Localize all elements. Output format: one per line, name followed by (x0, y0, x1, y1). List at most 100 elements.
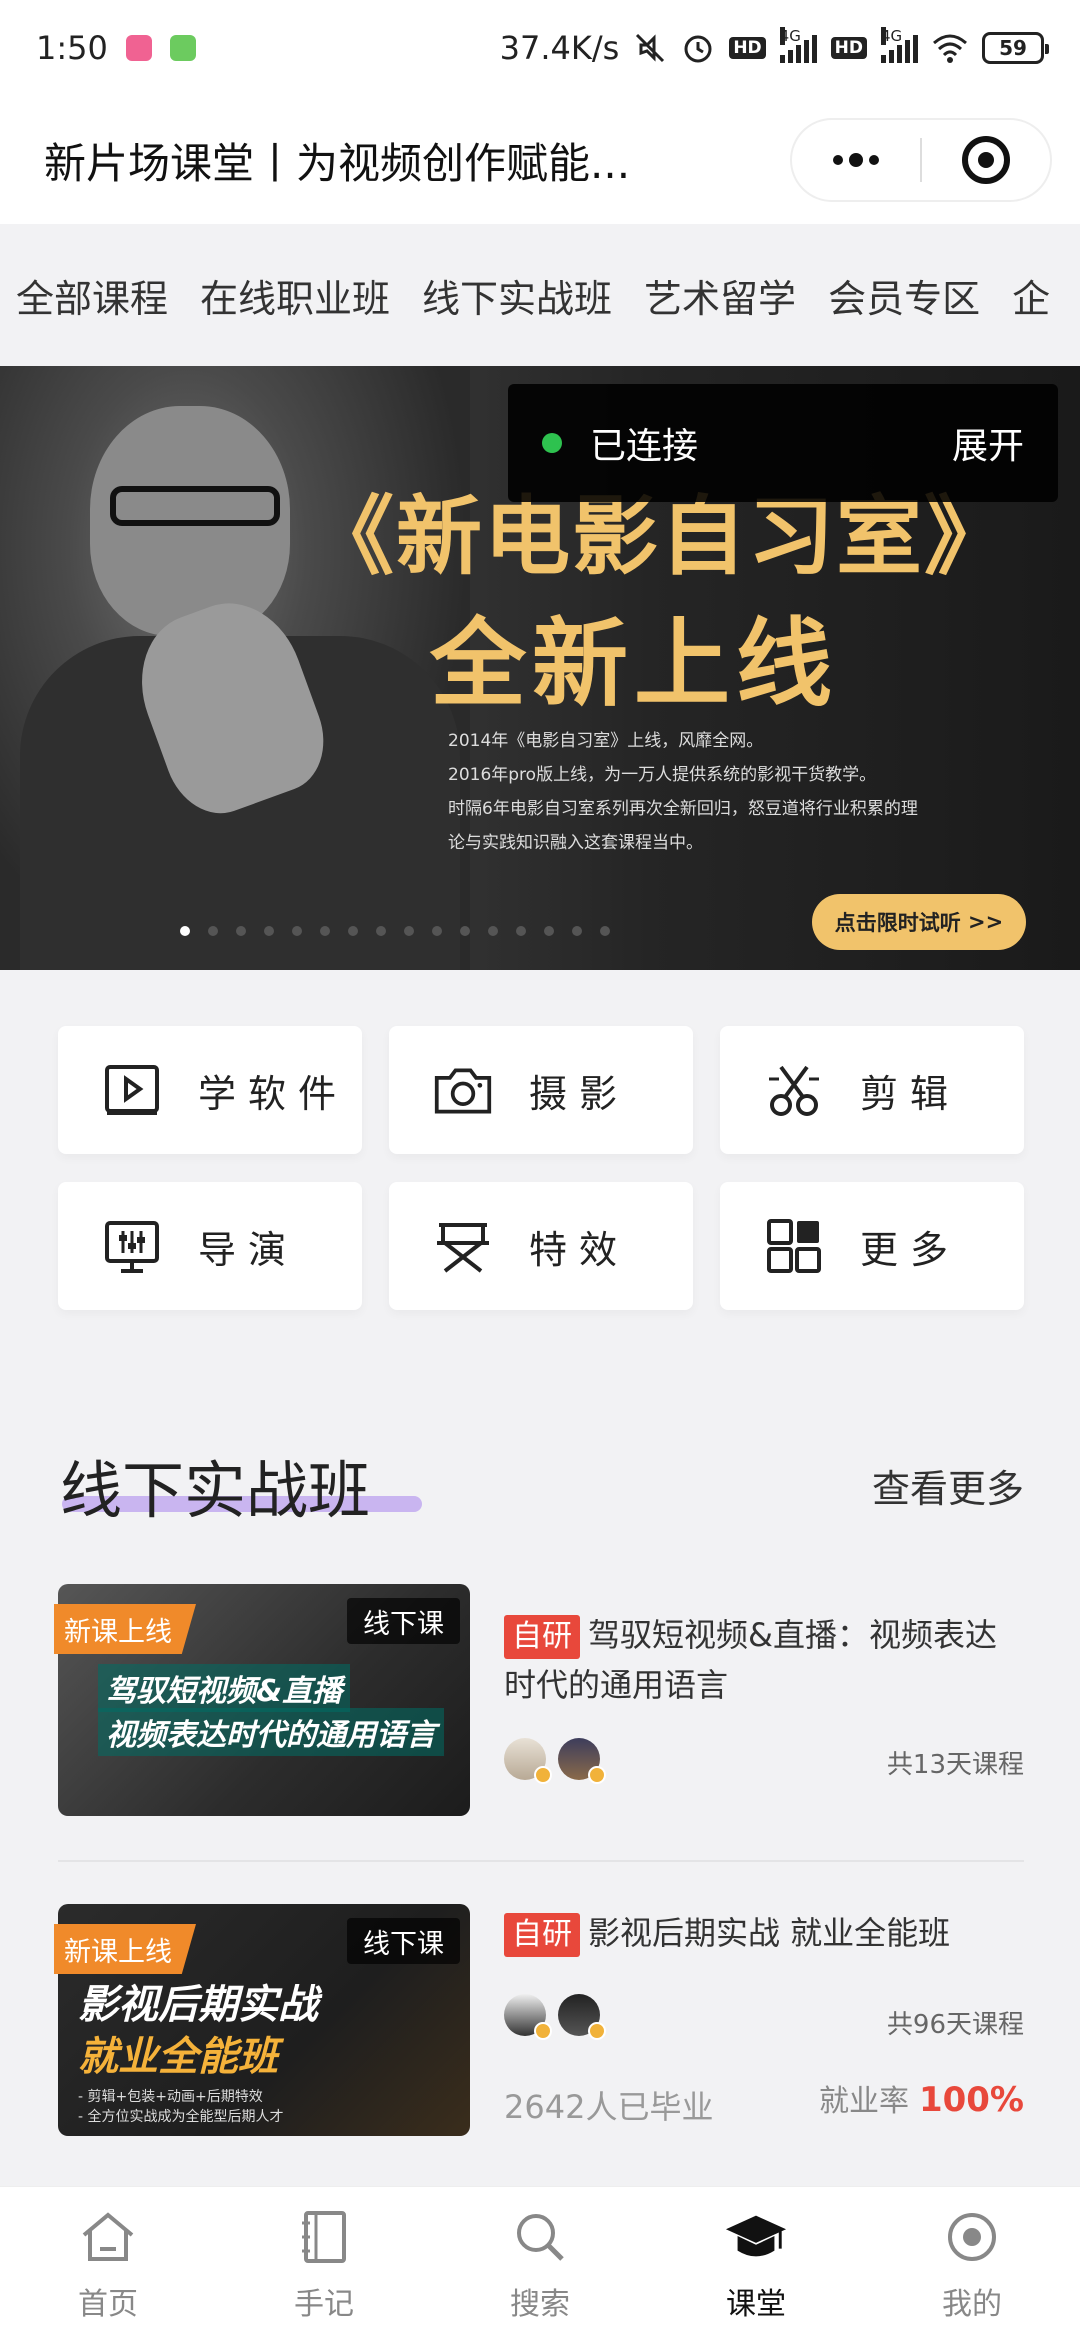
banner-dot[interactable] (292, 926, 302, 936)
tab-online-career[interactable]: 在线职业班 (200, 268, 390, 323)
entry-director[interactable]: 导演 (58, 1182, 362, 1310)
expand-button[interactable]: 展开 (952, 417, 1024, 469)
entry-learn-software[interactable]: 学软件 (58, 1026, 362, 1154)
entry-label: 学软件 (198, 1071, 349, 1116)
avatar (504, 1738, 552, 1784)
self-developed-badge: 自研 (504, 1615, 580, 1659)
avatar (558, 1738, 606, 1784)
graduation-cap-icon (724, 2205, 788, 2269)
banner-dot[interactable] (460, 926, 470, 936)
avatar (504, 1994, 552, 2040)
tab-search[interactable]: 搜索 (432, 2187, 648, 2340)
graduates-count: 2642人已毕业 (504, 2088, 714, 2126)
banner-dot[interactable] (488, 926, 498, 936)
banner-dot[interactable] (516, 926, 526, 936)
more-menu-button[interactable] (792, 120, 920, 200)
tab-classroom[interactable]: 课堂 (648, 2187, 864, 2340)
new-course-tag: 新课上线 (54, 1604, 196, 1654)
tab-offline-practice[interactable]: 线下实战班 (422, 268, 612, 323)
bottom-tab-bar: 首页 手记 搜索 课堂 我的 (0, 2186, 1080, 2340)
self-developed-badge: 自研 (504, 1913, 580, 1957)
close-mini-program-button[interactable] (922, 120, 1050, 200)
app-notification-icon (169, 35, 196, 61)
employment-rate: 就业率 100% (818, 2080, 1024, 2120)
entry-editing[interactable]: 剪辑 (720, 1026, 1024, 1154)
tab-label: 搜索 (510, 2286, 570, 2322)
entry-more[interactable]: 更多 (720, 1182, 1024, 1310)
connection-status-pill[interactable]: 已连接 展开 (508, 384, 1058, 502)
banner-dot[interactable] (376, 926, 386, 936)
thumbnail-bullet: - 全方位实战成为全能型后期人才 (78, 2109, 284, 2125)
teacher-avatars (504, 1994, 606, 2040)
app-notification-icon (125, 35, 152, 61)
trial-listen-button[interactable]: 点击限时试听 >> (812, 894, 1026, 950)
new-course-tag: 新课上线 (54, 1924, 196, 1974)
course-card[interactable]: 影视后期实战 就业全能班 - 剪辑+包装+动画+后期特效 - 全方位实战成为全能… (54, 1904, 1024, 2144)
banner-dot[interactable] (544, 926, 554, 936)
banner-pagination (180, 926, 610, 936)
thumbnail-subtitle: 视频表达时代的通用语言 (98, 1708, 444, 1756)
scissors-icon (764, 1060, 824, 1120)
entry-label: 导演 (198, 1227, 299, 1272)
director-chair-icon (433, 1216, 493, 1276)
hd-badge: HD (729, 37, 766, 59)
hd-badge: HD (830, 37, 867, 59)
status-time: 1:50 (36, 29, 108, 67)
thumbnail-title: 影视后期实战 (78, 1982, 318, 2028)
banner-dot[interactable] (348, 926, 358, 936)
title-bar: 新片场课堂丨为视频创作赋能... (0, 96, 1080, 224)
battery-icon: 59 (982, 32, 1049, 64)
banner-dot[interactable] (404, 926, 414, 936)
category-tabs: 全部课程 在线职业班 线下实战班 艺术留学 会员专区 企 (0, 224, 1080, 366)
alarm-icon (681, 31, 715, 65)
mini-program-capsule (790, 118, 1052, 202)
page-title: 新片场课堂丨为视频创作赋能... (44, 138, 631, 188)
entry-label: 剪辑 (860, 1071, 961, 1116)
banner-dot[interactable] (572, 926, 582, 936)
more-dots-icon (833, 153, 879, 167)
course-title: 自研 影视后期实战 就业全能班 (504, 1908, 1024, 1958)
avatar (558, 1994, 606, 2040)
tab-home[interactable]: 首页 (0, 2187, 216, 2340)
banner-dot[interactable] (236, 926, 246, 936)
banner-dot[interactable] (432, 926, 442, 936)
tab-member-zone[interactable]: 会员专区 (828, 268, 980, 323)
banner-dot[interactable] (208, 926, 218, 936)
verified-icon (588, 1766, 606, 1784)
course-duration: 共13天课程 (886, 1750, 1024, 1780)
search-icon (508, 2205, 572, 2269)
banner-dot[interactable] (600, 926, 610, 936)
signal-icon: 4G (779, 27, 817, 63)
tab-label: 首页 (78, 2286, 138, 2322)
view-more-link[interactable]: 查看更多 (872, 1458, 1024, 1513)
divider (58, 1860, 1024, 1862)
banner-dot[interactable] (180, 926, 190, 936)
entry-vfx[interactable]: 特效 (389, 1182, 693, 1310)
course-duration: 共96天课程 (886, 2010, 1024, 2040)
tab-notes[interactable]: 手记 (216, 2187, 432, 2340)
tab-art-study-abroad[interactable]: 艺术留学 (644, 268, 796, 323)
course-card[interactable]: 驾驭短视频&直播 视频表达时代的通用语言 线下课 新课上线 自研 驾驭短视频&直播… (54, 1584, 1024, 1824)
offline-course-tag: 线下课 (347, 1918, 460, 1964)
verified-icon (534, 2022, 552, 2040)
entry-photography[interactable]: 摄影 (389, 1026, 693, 1154)
tab-profile[interactable]: 我的 (864, 2187, 1080, 2340)
banner-subheading: 全新上线 (430, 608, 838, 720)
target-icon (961, 136, 1010, 184)
tab-enterprise[interactable]: 企 (1012, 268, 1050, 323)
banner-description: 2014年《电影自习室》上线，风靡全网。 2016年pro版上线，为一万人提供系… (448, 731, 918, 853)
offline-course-tag: 线下课 (347, 1598, 460, 1644)
net-speed: 37.4K/s (499, 29, 620, 67)
wifi-icon (932, 33, 968, 63)
tab-label: 课堂 (726, 2286, 786, 2322)
tab-all-courses[interactable]: 全部课程 (16, 268, 168, 323)
play-video-icon (102, 1060, 162, 1120)
connected-dot-icon (542, 433, 562, 453)
quick-entry-grid: 学软件 摄影 剪辑 导演 特效 更多 (58, 1026, 1024, 1310)
banner-dot[interactable] (320, 926, 330, 936)
home-icon (76, 2205, 140, 2269)
signal-icon: 4G (881, 27, 918, 63)
camera-icon (433, 1060, 493, 1120)
banner-photo (0, 366, 470, 970)
banner-dot[interactable] (264, 926, 274, 936)
